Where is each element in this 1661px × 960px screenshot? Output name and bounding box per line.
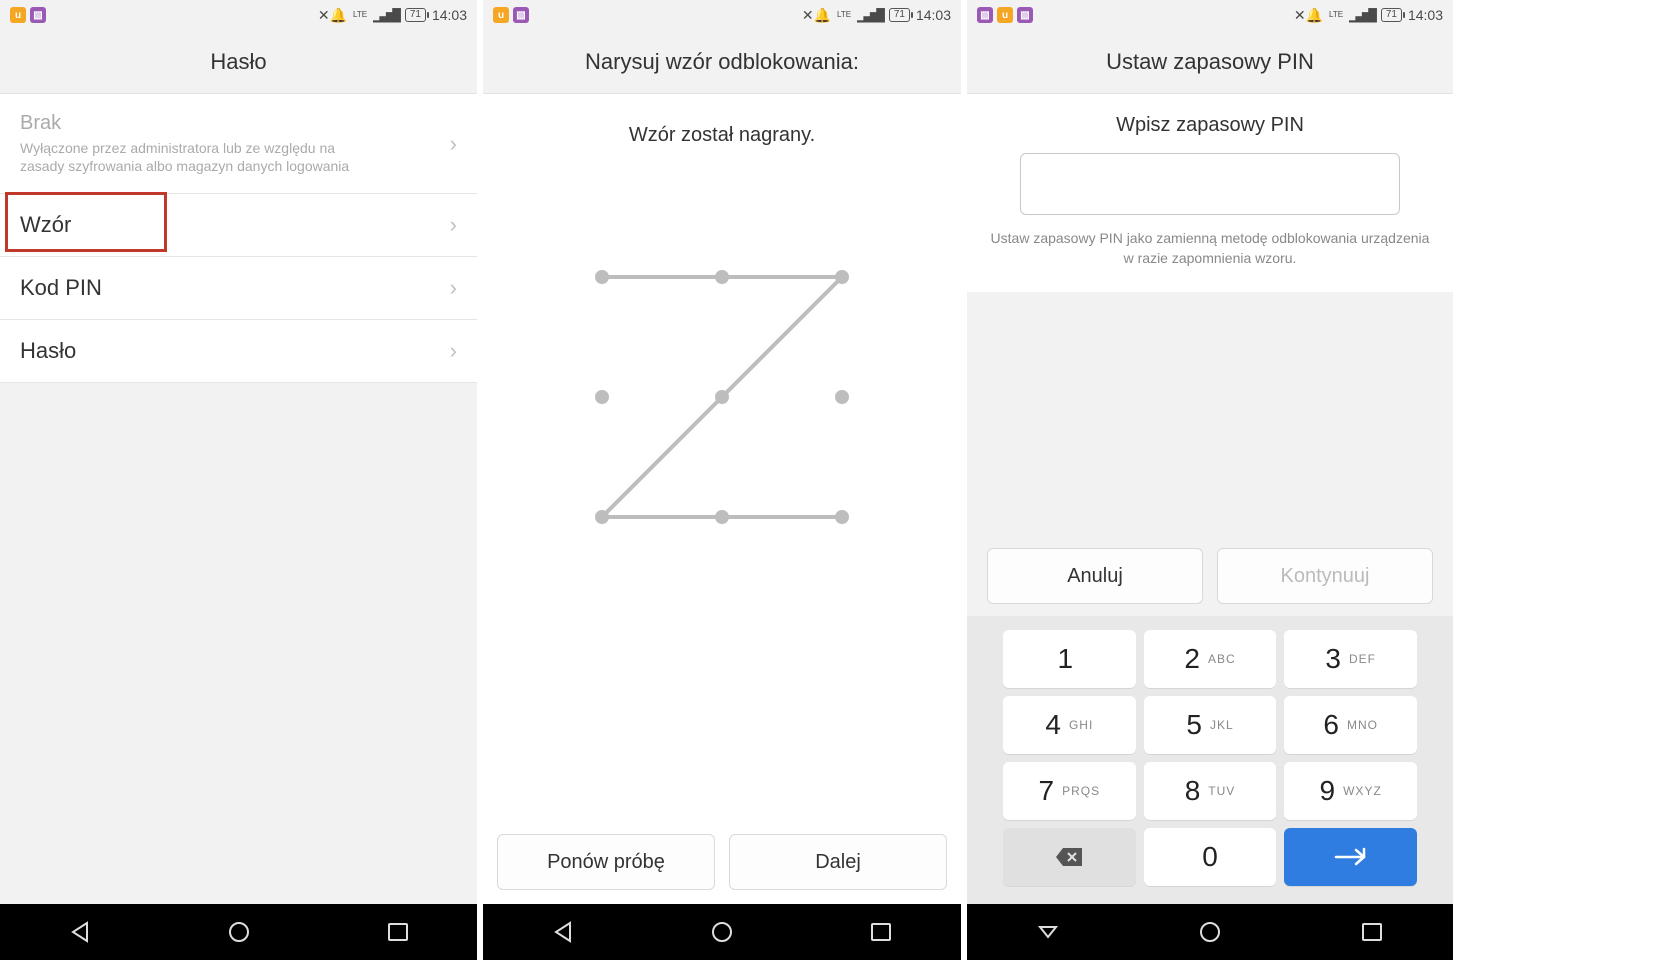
option-pin[interactable]: Kod PIN ›	[0, 257, 477, 320]
chevron-right-icon: ›	[450, 131, 457, 157]
option-password-label: Hasło	[20, 338, 76, 364]
battery-icon: 71	[1381, 8, 1402, 22]
app-icon: ▧	[30, 7, 46, 23]
key-enter[interactable]	[1284, 828, 1417, 886]
pattern-dot[interactable]	[715, 390, 729, 404]
signal-icon: ▁▃▅▇	[857, 7, 883, 23]
nav-bar	[483, 904, 961, 960]
option-pin-label: Kod PIN	[20, 275, 102, 301]
option-none-sub: Wyłączone przez administratora lub ze wz…	[20, 139, 380, 175]
network-icon: LTE	[353, 11, 367, 19]
pattern-dot[interactable]	[715, 270, 729, 284]
page-title: Narysuj wzór odblokowania:	[483, 30, 961, 94]
clock: 14:03	[1408, 7, 1443, 23]
option-pattern[interactable]: Wzór ›	[0, 194, 477, 257]
retry-button[interactable]: Ponów próbę	[497, 834, 715, 890]
key-7[interactable]: 7PRQS	[1003, 762, 1136, 820]
battery-icon: 71	[889, 8, 910, 22]
clock: 14:03	[432, 7, 467, 23]
signal-icon: ▁▃▅▇	[1349, 7, 1375, 23]
pattern-dot[interactable]	[715, 510, 729, 524]
key-2[interactable]: 2ABC	[1144, 630, 1277, 688]
app-icon: u	[493, 7, 509, 23]
continue-button: Kontynuuj	[1217, 548, 1433, 604]
numeric-keypad: 1 2ABC 3DEF 4GHI 5JKL 6MNO 7PRQS 8TUV 9W…	[967, 616, 1453, 904]
screen-password-options: u ▧ ✕🔔 LTE ▁▃▅▇ 71 14:03 Hasło Brak Wyłą…	[0, 0, 483, 960]
page-title: Ustaw zapasowy PIN	[967, 30, 1453, 94]
nav-back-icon[interactable]	[67, 919, 93, 945]
key-8[interactable]: 8TUV	[1144, 762, 1277, 820]
nav-home-icon[interactable]	[709, 919, 735, 945]
nav-back-icon[interactable]	[550, 919, 576, 945]
app-icon: u	[997, 7, 1013, 23]
key-4[interactable]: 4GHI	[1003, 696, 1136, 754]
pin-input[interactable]	[1020, 153, 1400, 215]
pattern-dot[interactable]	[835, 510, 849, 524]
app-icon: ▧	[977, 7, 993, 23]
nav-back-down-icon[interactable]	[1035, 919, 1061, 945]
backspace-icon	[1054, 846, 1084, 868]
pattern-grid[interactable]	[572, 247, 872, 547]
mute-icon: ✕🔔	[318, 7, 347, 24]
chevron-right-icon: ›	[450, 275, 457, 301]
nav-home-icon[interactable]	[226, 919, 252, 945]
nav-home-icon[interactable]	[1197, 919, 1223, 945]
pin-description: Ustaw zapasowy PIN jako zamienną metodę …	[967, 229, 1453, 292]
pattern-dot[interactable]	[595, 390, 609, 404]
app-icon: u	[10, 7, 26, 23]
key-1[interactable]: 1	[1003, 630, 1136, 688]
key-3[interactable]: 3DEF	[1284, 630, 1417, 688]
chevron-right-icon: ›	[450, 338, 457, 364]
pattern-status-text: Wzór został nagrany.	[483, 94, 961, 177]
nav-recent-icon[interactable]	[385, 919, 411, 945]
app-icon: ▧	[513, 7, 529, 23]
key-9[interactable]: 9WXYZ	[1284, 762, 1417, 820]
key-5[interactable]: 5JKL	[1144, 696, 1277, 754]
key-6[interactable]: 6MNO	[1284, 696, 1417, 754]
pattern-dot[interactable]	[835, 390, 849, 404]
nav-bar	[967, 904, 1453, 960]
mute-icon: ✕🔔	[802, 7, 831, 24]
pattern-dot[interactable]	[595, 510, 609, 524]
page-title: Hasło	[0, 30, 477, 94]
status-bar: ▧ u ▧ ✕🔔 LTE ▁▃▅▇ 71 14:03	[967, 0, 1453, 30]
screen-backup-pin: ▧ u ▧ ✕🔔 LTE ▁▃▅▇ 71 14:03 Ustaw zapasow…	[967, 0, 1453, 960]
enter-icon	[1334, 847, 1368, 867]
mute-icon: ✕🔔	[1294, 7, 1323, 24]
network-icon: LTE	[1329, 11, 1343, 19]
screen-draw-pattern: u ▧ ✕🔔 LTE ▁▃▅▇ 71 14:03 Narysuj wzór od…	[483, 0, 967, 960]
option-pattern-label: Wzór	[20, 212, 71, 238]
next-button[interactable]: Dalej	[729, 834, 947, 890]
pin-prompt: Wpisz zapasowy PIN	[967, 114, 1453, 137]
app-icon: ▧	[1017, 7, 1033, 23]
chevron-right-icon: ›	[450, 212, 457, 238]
option-none-title: Brak	[20, 112, 380, 135]
option-none: Brak Wyłączone przez administratora lub …	[0, 94, 477, 194]
key-backspace[interactable]	[1003, 828, 1136, 886]
battery-icon: 71	[405, 8, 426, 22]
nav-bar	[0, 904, 477, 960]
clock: 14:03	[916, 7, 951, 23]
signal-icon: ▁▃▅▇	[373, 7, 399, 23]
status-bar: u ▧ ✕🔔 LTE ▁▃▅▇ 71 14:03	[483, 0, 961, 30]
nav-recent-icon[interactable]	[868, 919, 894, 945]
pattern-dot[interactable]	[595, 270, 609, 284]
nav-recent-icon[interactable]	[1359, 919, 1385, 945]
network-icon: LTE	[837, 11, 851, 19]
status-bar: u ▧ ✕🔔 LTE ▁▃▅▇ 71 14:03	[0, 0, 477, 30]
option-password[interactable]: Hasło ›	[0, 320, 477, 383]
cancel-button[interactable]: Anuluj	[987, 548, 1203, 604]
key-0[interactable]: 0	[1144, 828, 1277, 886]
pattern-dot[interactable]	[835, 270, 849, 284]
